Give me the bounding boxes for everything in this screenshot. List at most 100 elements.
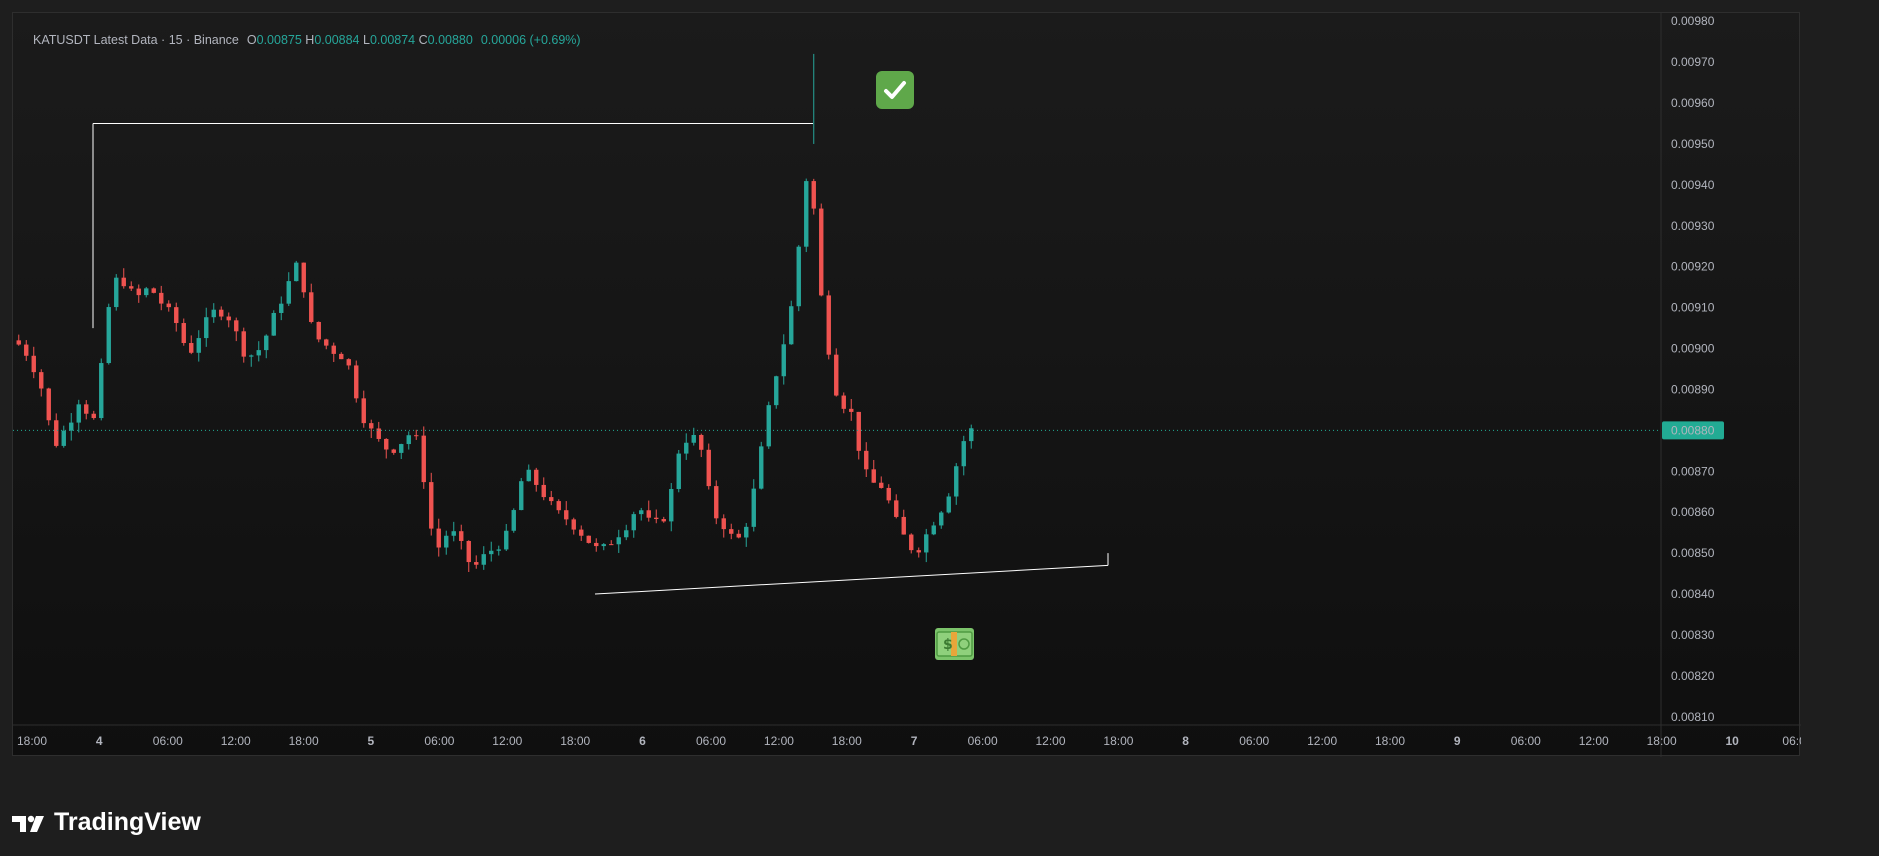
x-tick-label: 6 xyxy=(639,734,646,748)
candle-body xyxy=(834,354,839,396)
candle-body xyxy=(84,404,89,414)
candle-body xyxy=(879,482,884,488)
candle-body xyxy=(151,288,156,293)
y-tick-label: 0.00850 xyxy=(1671,546,1715,560)
candle-body xyxy=(279,303,284,313)
support-trend-line xyxy=(594,564,1109,595)
candle-body xyxy=(421,435,426,483)
y-tick-label: 0.00860 xyxy=(1671,505,1715,519)
dollar-banknote-icon[interactable]: $ xyxy=(935,628,974,660)
candle-body xyxy=(211,309,216,318)
candle-body xyxy=(594,542,599,547)
candle-body xyxy=(76,404,81,423)
candle-body xyxy=(871,469,876,483)
candle-body xyxy=(864,450,869,470)
x-tick-label: 06:00 xyxy=(424,734,454,748)
x-tick-label: 8 xyxy=(1182,734,1189,748)
candlestick-chart[interactable]: 0.00980 0.00970 0.00960 0.00950 0.00940 0.009… xyxy=(13,13,1801,757)
candle-body xyxy=(826,295,831,355)
candle-body xyxy=(361,398,366,424)
y-tick-label: 0.00970 xyxy=(1671,55,1715,69)
candle-body xyxy=(684,442,689,454)
candle-body xyxy=(316,321,321,340)
candle-body xyxy=(106,307,111,364)
x-tick-label: 4 xyxy=(96,734,103,748)
x-tick-label: 12:00 xyxy=(764,734,794,748)
y-tick-label: 0.00830 xyxy=(1671,628,1715,642)
candle-body xyxy=(924,534,929,553)
tradingview-logo[interactable]: TradingView xyxy=(12,808,201,837)
candle-body xyxy=(781,344,786,377)
x-tick-label: 18:00 xyxy=(17,734,47,748)
y-tick-label: 0.00960 xyxy=(1671,96,1715,110)
x-tick-label: 06:0 xyxy=(1782,734,1801,748)
candle-body xyxy=(609,544,614,546)
candle-body xyxy=(219,309,224,317)
candle-body xyxy=(736,533,741,538)
y-tick-label: 0.00890 xyxy=(1671,382,1715,396)
candle-body xyxy=(256,350,261,356)
candle-body xyxy=(729,529,734,534)
candle-body xyxy=(46,388,51,421)
x-tick-label: 12:00 xyxy=(492,734,522,748)
candle-body xyxy=(496,549,501,551)
candle-body xyxy=(114,277,119,308)
candle-body xyxy=(691,435,696,443)
y-tick-label: 0.00810 xyxy=(1671,710,1715,724)
candle-body xyxy=(159,292,164,304)
candle-body xyxy=(429,482,434,529)
candle-body xyxy=(954,466,959,497)
x-tick-label: 18:00 xyxy=(832,734,862,748)
candle-body xyxy=(31,355,36,373)
candle-body xyxy=(136,288,141,296)
high-value: 0.00884 xyxy=(314,33,360,47)
x-tick-label: 7 xyxy=(911,734,918,748)
y-tick-label: 0.00920 xyxy=(1671,260,1715,274)
candle-body xyxy=(699,435,704,450)
candle-body xyxy=(571,519,576,530)
y-tick-label: 0.00950 xyxy=(1671,137,1715,151)
candle-body xyxy=(631,514,636,531)
candle-body xyxy=(354,365,359,399)
candle-body xyxy=(39,372,44,389)
candle-body xyxy=(181,323,186,344)
candle-body xyxy=(144,288,149,296)
check-mark-icon[interactable] xyxy=(876,71,914,109)
open-value: 0.00875 xyxy=(256,33,302,47)
candle-body xyxy=(264,335,269,351)
candle-body xyxy=(474,562,479,565)
candle-body xyxy=(99,363,104,419)
candle-body xyxy=(706,449,711,487)
candle-body xyxy=(586,535,591,543)
x-tick-label: 06:00 xyxy=(696,734,726,748)
y-tick-label: 0.00820 xyxy=(1671,669,1715,683)
candle-body xyxy=(841,395,846,409)
candle-body xyxy=(324,339,329,346)
candle-body xyxy=(129,286,134,289)
candle-body xyxy=(249,355,254,357)
candle-body xyxy=(534,469,539,485)
candle-body xyxy=(369,423,374,429)
candle-body xyxy=(271,312,276,336)
candle-body xyxy=(174,307,179,324)
candle-body xyxy=(391,449,396,453)
candle-body xyxy=(796,246,801,307)
candle-body xyxy=(714,486,719,519)
candle-body xyxy=(346,359,351,366)
close-value: 0.00880 xyxy=(427,33,473,47)
candle-body xyxy=(646,510,651,518)
candle-body xyxy=(856,411,861,451)
low-value: 0.00874 xyxy=(369,33,416,47)
candle-body xyxy=(91,413,96,419)
candle-body xyxy=(549,497,554,502)
symbol-name[interactable]: KATUSDT Latest Data · 15 · Binance xyxy=(33,33,239,47)
candle-body xyxy=(894,500,899,517)
candle-body xyxy=(504,530,509,550)
x-tick-label: 18:00 xyxy=(289,734,319,748)
x-tick-label: 06:00 xyxy=(153,734,183,748)
candle-body xyxy=(339,353,344,360)
candle-body xyxy=(466,540,471,563)
candle-body xyxy=(481,554,486,565)
chart-frame[interactable]: 0.00980 0.00970 0.00960 0.00950 0.00940 0.009… xyxy=(12,12,1801,757)
y-tick-label: 0.00930 xyxy=(1671,219,1715,233)
